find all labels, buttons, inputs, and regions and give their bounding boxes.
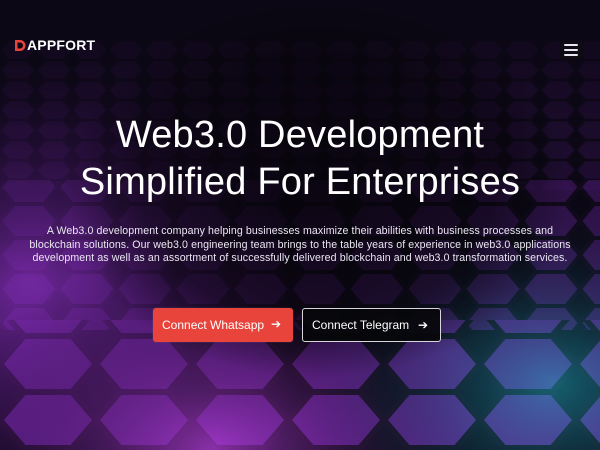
- hamburger-icon-bar: [564, 54, 578, 56]
- hamburger-menu-button[interactable]: [559, 41, 583, 59]
- brand-logo-mark-icon: [15, 39, 26, 51]
- connect-whatsapp-label: Connect Whatsapp: [162, 318, 265, 332]
- hamburger-icon: [564, 44, 578, 46]
- connect-telegram-label: Connect Telegram: [312, 318, 410, 332]
- hero-headline: Web3.0 Development Simplified For Enterp…: [0, 112, 600, 206]
- connect-telegram-button[interactable]: Connect Telegram ➔: [302, 308, 441, 342]
- hamburger-icon-bar: [564, 49, 578, 51]
- arrow-right-icon: ➔: [270, 317, 281, 331]
- hero-headline-line-1: Web3.0 Development: [115, 114, 485, 156]
- brand-logo[interactable]: APPFORT: [14, 37, 95, 53]
- cta-button-group: Connect Whatsapp ➔ Connect Telegram ➔: [0, 308, 600, 342]
- hero-headline-line-2: Simplified For Enterprises: [79, 161, 521, 203]
- connect-whatsapp-button[interactable]: Connect Whatsapp ➔: [153, 308, 293, 342]
- hero-section: Web3.0 Development Simplified For Enterp…: [0, 112, 600, 266]
- arrow-right-icon: ➔: [417, 318, 428, 332]
- top-navbar: APPFORT: [0, 0, 600, 92]
- brand-name: APPFORT: [27, 37, 96, 53]
- hero-description: A Web3.0 development company helping bus…: [29, 225, 571, 265]
